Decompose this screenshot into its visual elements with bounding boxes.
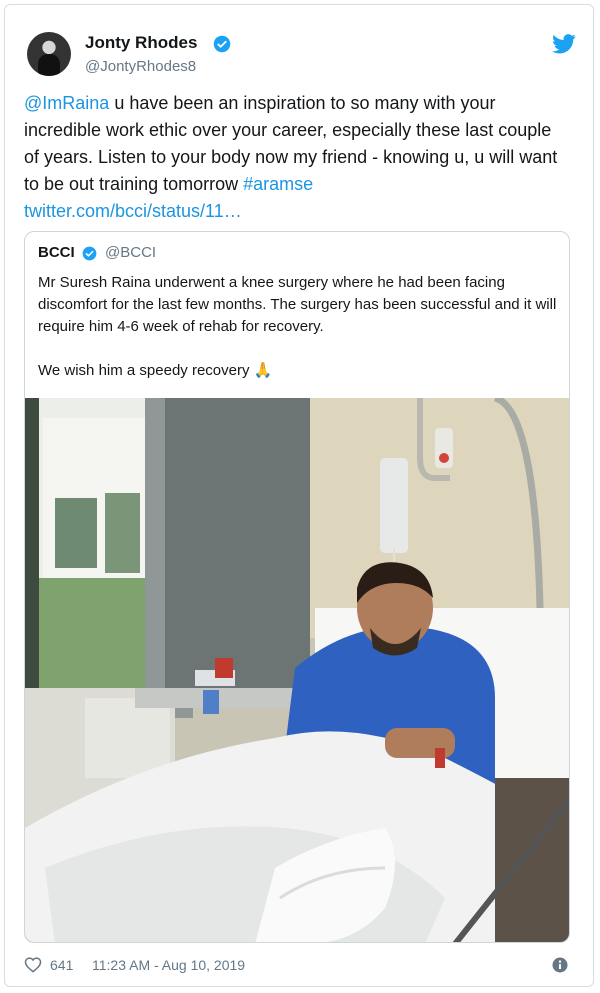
verified-badge-icon <box>82 246 97 261</box>
tweet-timestamp[interactable]: 11:23 AM - Aug 10, 2019 <box>92 957 245 973</box>
tweet-footer: 641 11:23 AM - Aug 10, 2019 <box>24 955 570 977</box>
hashtag-link[interactable]: #aramse <box>243 174 313 194</box>
mention-link[interactable]: @ImRaina <box>24 93 109 113</box>
quoted-paragraph: Mr Suresh Raina underwent a knee surgery… <box>38 274 557 335</box>
quoted-tweet-text: Mr Suresh Raina underwent a knee surgery… <box>38 272 558 382</box>
info-icon[interactable] <box>552 957 568 973</box>
tweet-text: @ImRaina u have been an inspiration to s… <box>24 90 564 225</box>
author-handle[interactable]: @JontyRhodes8 <box>85 58 196 75</box>
heart-icon[interactable] <box>24 956 42 973</box>
like-count[interactable]: 641 <box>50 957 73 973</box>
twitter-bird-icon[interactable] <box>552 33 576 55</box>
author-name[interactable]: Jonty Rhodes <box>85 33 197 53</box>
quoted-tweet[interactable]: BCCI @BCCI Mr Suresh Raina underwent a k… <box>24 231 570 943</box>
quoted-author-handle: @BCCI <box>105 244 157 261</box>
quoted-paragraph: We wish him a speedy recovery 🙏 <box>38 362 273 379</box>
avatar[interactable] <box>27 32 71 76</box>
tweet-photo[interactable] <box>25 398 570 943</box>
quoted-author-name: BCCI <box>38 244 75 261</box>
status-link[interactable]: twitter.com/bcci/status/11… <box>24 201 242 221</box>
verified-badge-icon <box>213 35 231 53</box>
